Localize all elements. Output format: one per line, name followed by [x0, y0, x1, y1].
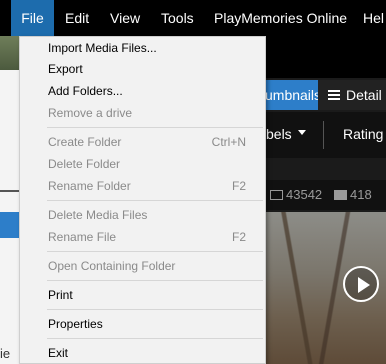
menu-separator	[47, 280, 263, 281]
list-icon	[328, 90, 340, 101]
menu-playmemories-online[interactable]: PlayMemories Online	[214, 0, 347, 36]
create-folder-item: Create Folder Ctrl+N	[48, 135, 246, 149]
left-selected-item	[0, 212, 19, 238]
menu-file[interactable]: File	[11, 0, 54, 36]
rename-folder-item: Rename Folder F2	[48, 179, 246, 193]
menu-edit[interactable]: Edit	[65, 0, 89, 36]
details-label: Detail	[346, 87, 382, 103]
menu-bar: File Edit View Tools PlayMemories Online…	[0, 0, 386, 36]
menu-separator	[47, 251, 263, 252]
menu-help[interactable]: Hel	[363, 0, 384, 36]
left-pane	[0, 36, 19, 364]
play-icon[interactable]	[343, 266, 379, 302]
toolbar-divider	[323, 121, 324, 149]
left-partial-text: ie	[0, 346, 11, 361]
menu-view[interactable]: View	[110, 0, 140, 36]
menu-separator	[47, 338, 263, 339]
menu-separator	[47, 200, 263, 201]
app-header-area	[262, 36, 386, 78]
left-divider	[0, 190, 19, 192]
video-count: 418	[350, 187, 372, 202]
media-count-bar: 43542 418	[262, 180, 386, 210]
open-containing-folder-item: Open Containing Folder	[48, 259, 176, 273]
print-item[interactable]: Print	[20, 284, 265, 306]
details-view-button[interactable]: Detail	[318, 80, 386, 110]
photo-count: 43542	[286, 187, 323, 202]
left-thumbnail	[0, 36, 19, 70]
properties-item[interactable]: Properties	[20, 313, 265, 335]
photo-icon	[270, 190, 283, 200]
rename-file-item: Rename File F2	[48, 230, 246, 244]
labels-filter[interactable]: bels	[266, 126, 292, 142]
menu-separator	[47, 127, 263, 128]
export-item[interactable]: Export	[20, 58, 265, 80]
exit-item[interactable]: Exit	[20, 342, 265, 364]
thumbnails-view-button[interactable]: umbnails	[263, 80, 318, 110]
menu-tools[interactable]: Tools	[161, 0, 194, 36]
import-media-files-item[interactable]: Import Media Files...	[20, 37, 265, 59]
video-icon	[334, 190, 347, 200]
add-folders-item[interactable]: Add Folders...	[20, 80, 265, 102]
menu-separator	[47, 309, 263, 310]
delete-media-files-item: Delete Media Files	[48, 208, 148, 222]
rating-filter[interactable]: Rating	[343, 126, 383, 142]
file-menu-dropdown: Import Media Files... Export Add Folders…	[19, 36, 266, 364]
chevron-down-icon[interactable]	[298, 130, 306, 135]
delete-folder-item: Delete Folder	[48, 157, 121, 171]
remove-drive-item: Remove a drive	[48, 106, 133, 120]
